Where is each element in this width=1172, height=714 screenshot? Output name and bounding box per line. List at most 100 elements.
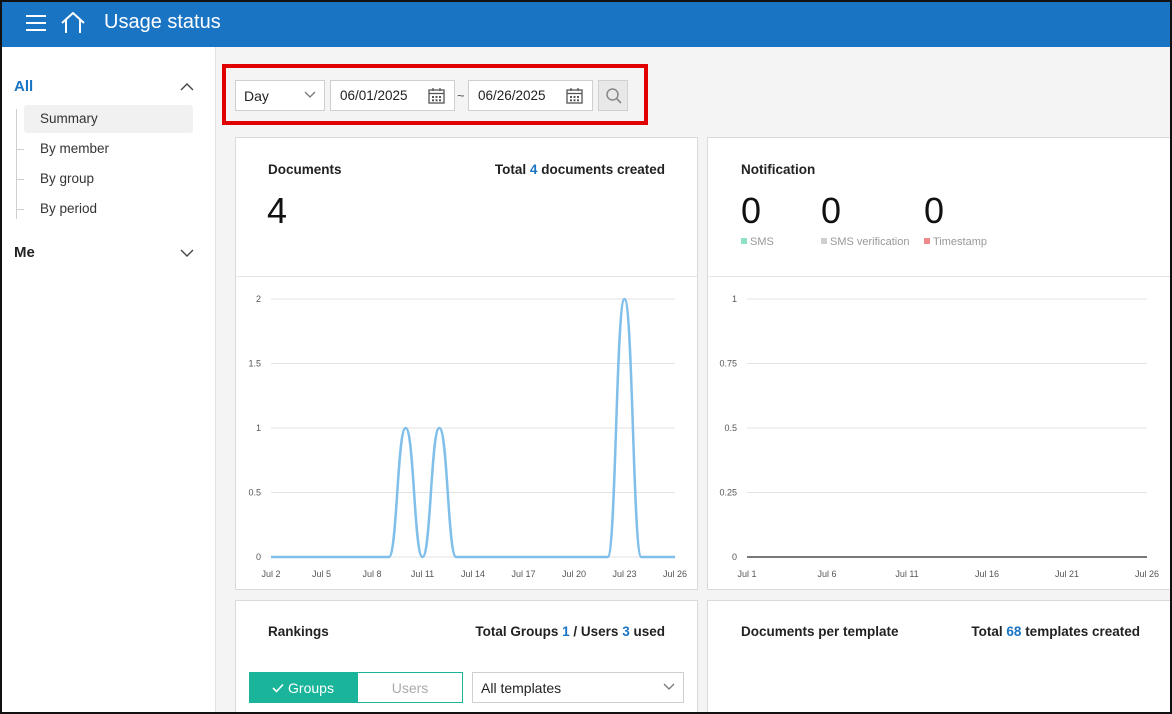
calendar-icon[interactable] — [428, 87, 445, 104]
legend-label: SMS — [750, 236, 774, 248]
sidebar-item-label: By group — [40, 171, 95, 186]
y-tick-label: 0 — [256, 552, 261, 562]
notification-card: Notification 0 SMS 0 SMS verification 0 Times… — [707, 137, 1170, 590]
tree-line — [16, 109, 17, 219]
x-tick-label: Jul 17 — [511, 569, 535, 579]
period-select[interactable]: Day — [235, 80, 325, 111]
x-tick-label: Jul 26 — [1135, 569, 1159, 579]
sidebar-item-by-period[interactable]: By period — [16, 195, 193, 223]
app-window: Usage status All Summary By member By gr… — [0, 0, 1172, 714]
chevron-up-icon — [180, 83, 194, 91]
x-tick-label: Jul 14 — [461, 569, 485, 579]
notification-metric-value: 0 — [924, 190, 945, 231]
y-tick-label: 0 — [732, 552, 737, 562]
chevron-down-icon — [180, 249, 194, 257]
documents-total-count: 4 — [529, 162, 538, 177]
x-tick-label: Jul 23 — [612, 569, 636, 579]
users-tab-label: Users — [391, 679, 429, 696]
top-bar: Usage status — [2, 2, 1170, 47]
y-tick-label: 1 — [732, 294, 737, 304]
sidebar-item-label: Summary — [40, 111, 98, 126]
templates-total-count: 68 — [1006, 624, 1022, 639]
y-tick-label: 0.75 — [719, 359, 737, 369]
y-tick-label: 0.5 — [724, 423, 737, 433]
notification-chart: 0 0.25 0.5 0.75 1 Jul 1 Jul 6 Jul 11 Jul 16 Jul 2… — [719, 294, 1159, 579]
x-tick-label: Jul 6 — [817, 569, 836, 579]
notification-legend-item: Timestamp — [924, 236, 987, 248]
notification-title: Notification — [741, 162, 816, 177]
sidebar: All Summary By member By group By period… — [2, 47, 216, 712]
date-range-separator: ~ — [457, 88, 465, 103]
templates-card: Documents per template Total 68 template… — [707, 600, 1170, 712]
y-tick-label: 0.25 — [719, 488, 737, 498]
x-tick-label: Jul 8 — [362, 569, 381, 579]
notification-legend-item: SMS verification — [821, 236, 909, 248]
notification-legend-item: SMS — [741, 236, 774, 248]
start-date-value: 06/01/2025 — [340, 88, 408, 103]
x-tick-label: Jul 16 — [975, 569, 999, 579]
groups-tab-label: Groups — [288, 679, 334, 696]
search-button[interactable] — [598, 80, 628, 111]
page-title: Usage status — [104, 11, 221, 33]
templates-total-prefix: Total — [971, 624, 1003, 639]
x-tick-label: Jul 26 — [663, 569, 687, 579]
notification-metric-value: 0 — [821, 190, 842, 231]
documents-total-prefix: Total — [494, 162, 527, 177]
x-tick-label: Jul 1 — [737, 569, 756, 579]
sidebar-group-all-label: All — [14, 78, 34, 95]
sidebar-item-by-group[interactable]: By group — [16, 165, 193, 193]
x-tick-label: Jul 2 — [261, 569, 280, 579]
legend-swatch — [741, 238, 747, 244]
legend-label: Timestamp — [933, 236, 987, 248]
search-icon — [606, 88, 622, 104]
rankings-total-text: Total Groups 1 / Users 3 used — [475, 624, 665, 639]
y-tick-label: 0.5 — [248, 488, 261, 498]
x-tick-label: Jul 21 — [1055, 569, 1079, 579]
groups-tab-button[interactable]: Groups — [249, 672, 357, 703]
templates-total-suffix: templates created — [1025, 624, 1140, 639]
chevron-down-icon — [304, 91, 316, 98]
y-tick-label: 1 — [256, 423, 261, 433]
x-tick-label: Jul 11 — [895, 569, 918, 579]
sidebar-item-summary[interactable]: Summary — [24, 105, 193, 133]
sidebar-group-all[interactable]: All — [14, 78, 204, 95]
legend-label: SMS verification — [830, 236, 910, 248]
calendar-icon[interactable] — [566, 87, 583, 104]
y-tick-label: 2 — [256, 294, 261, 304]
templates-title: Documents per template — [741, 624, 899, 639]
documents-title: Documents — [268, 162, 342, 177]
home-icon[interactable] — [60, 11, 86, 35]
documents-chart: 0 0.5 1 1.5 2 Jul 2 Jul 5 Jul 8 Jul 11 Jul 14 Jul … — [248, 294, 687, 579]
sidebar-group-me-label: Me — [14, 244, 35, 261]
rankings-groups-count: 1 — [562, 624, 570, 639]
rankings-users-label: Users — [580, 624, 619, 639]
chevron-down-icon — [663, 683, 675, 690]
rankings-suffix: used — [633, 624, 665, 639]
notification-metric-value: 0 — [741, 190, 762, 231]
check-icon — [272, 683, 284, 693]
x-tick-label: Jul 5 — [312, 569, 331, 579]
rankings-separator: / — [573, 624, 578, 639]
sidebar-item-label: By member — [40, 141, 110, 156]
start-date-input[interactable]: 06/01/2025 — [330, 80, 455, 111]
documents-count: 4 — [267, 190, 288, 231]
period-select-value: Day — [244, 88, 269, 104]
rankings-title: Rankings — [268, 624, 329, 639]
templates-total-text: Total 68 templates created — [971, 624, 1140, 639]
legend-swatch — [924, 238, 930, 244]
legend-swatch — [821, 238, 827, 244]
sidebar-item-by-member[interactable]: By member — [16, 135, 193, 163]
template-select[interactable]: All templates — [472, 672, 684, 703]
documents-card: Documents Total 4 documents created 4 00… — [235, 137, 698, 590]
documents-total-text: Total 4 documents created — [495, 162, 665, 177]
template-select-value: All templates — [481, 680, 562, 696]
sidebar-item-label: By period — [40, 201, 98, 216]
end-date-input[interactable]: 06/26/2025 — [468, 80, 593, 111]
documents-total-suffix: documents created — [541, 162, 665, 177]
users-tab-button[interactable]: Users — [357, 672, 463, 703]
hamburger-menu-icon[interactable] — [26, 14, 46, 32]
x-tick-label: Jul 11 — [411, 569, 434, 579]
y-tick-label: 1.5 — [248, 359, 261, 369]
end-date-value: 06/26/2025 — [478, 88, 546, 103]
sidebar-group-me[interactable]: Me — [14, 244, 204, 261]
